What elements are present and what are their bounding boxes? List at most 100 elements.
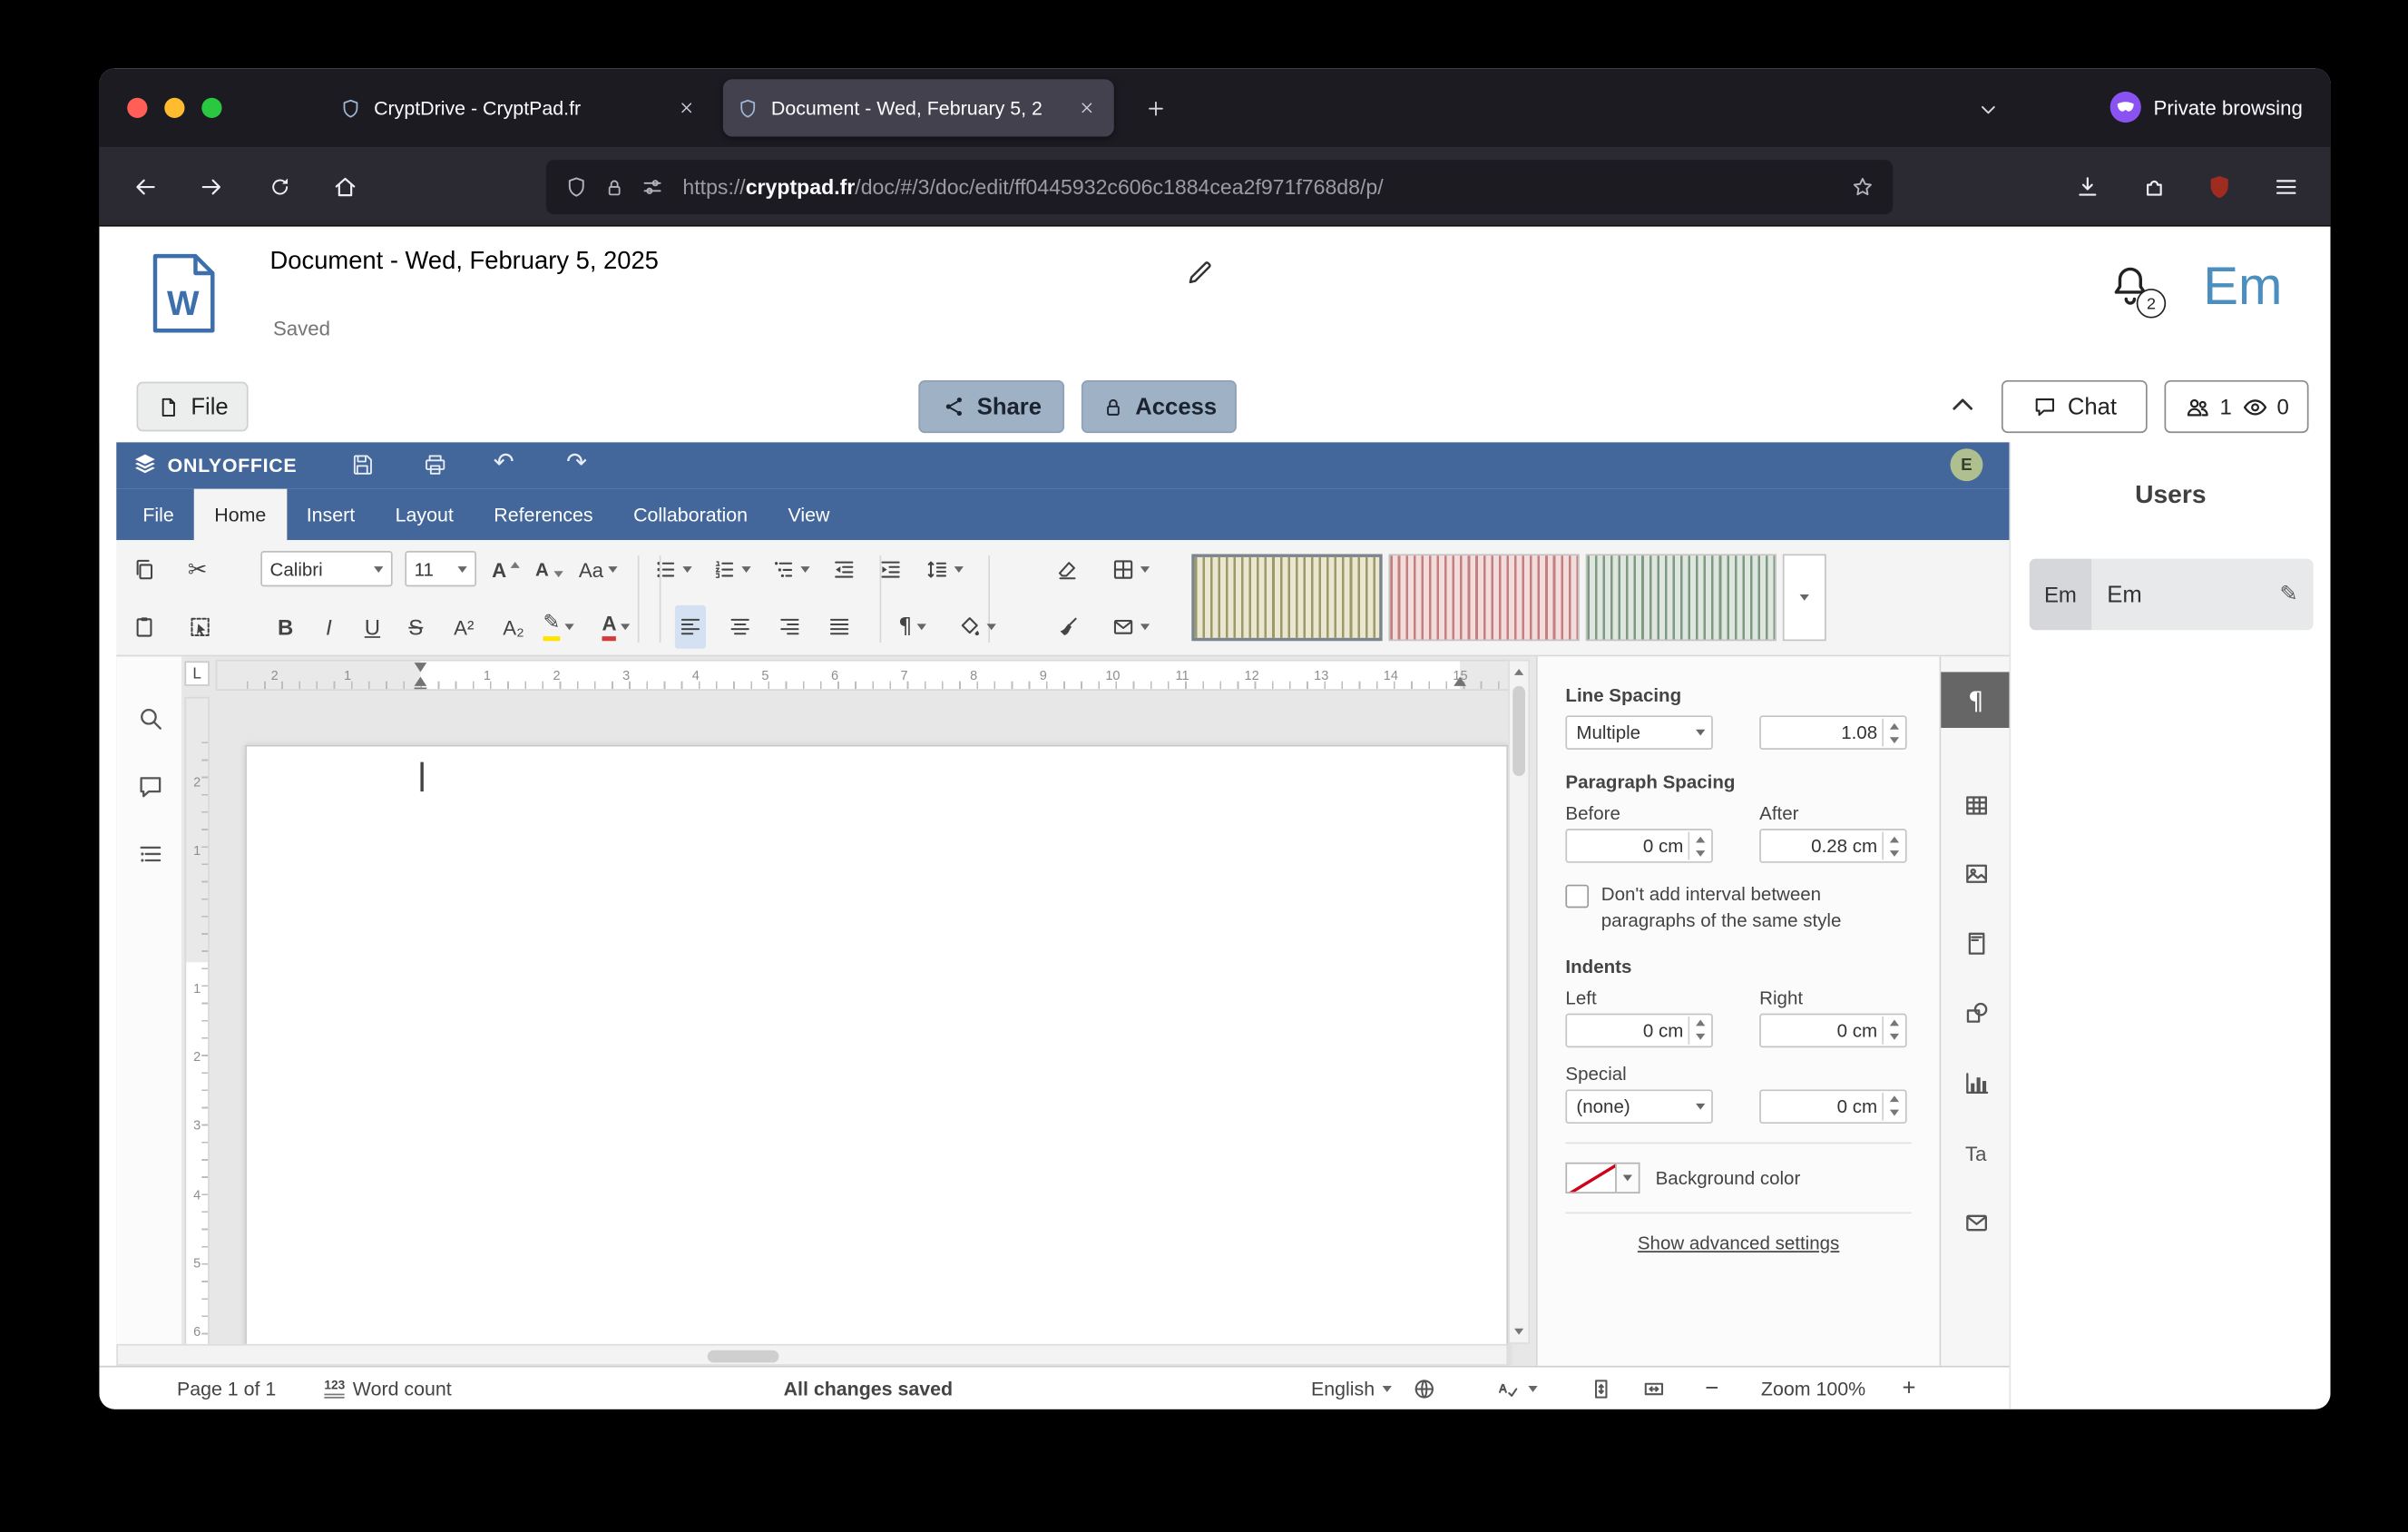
vertical-ruler[interactable]: 21123456: [184, 697, 209, 1366]
tab-cryptdrive[interactable]: CryptDrive - CryptPad.fr: [326, 79, 714, 136]
bookmark-star-icon[interactable]: [1851, 175, 1875, 199]
spacing-after-spinner[interactable]: 0.28 cm: [1759, 829, 1906, 863]
mail-merge-settings-tab[interactable]: [1941, 1195, 2011, 1252]
comments-button[interactable]: [132, 768, 169, 805]
tab-document-active[interactable]: Document - Wed, February 5, 2: [723, 79, 1114, 136]
undo-button[interactable]: ↶: [494, 447, 514, 476]
app-menu-button[interactable]: [2261, 162, 2312, 212]
document-language-globe-icon[interactable]: [1412, 1368, 1436, 1409]
list-tabs-chevron-icon[interactable]: [1967, 88, 2007, 128]
style-preview-1[interactable]: [1191, 554, 1382, 641]
no-interval-checkbox[interactable]: [1565, 885, 1589, 908]
increase-font-button[interactable]: A: [489, 548, 524, 592]
permissions-sliders-icon[interactable]: [641, 175, 664, 199]
menu-file[interactable]: File: [122, 489, 194, 540]
indent-left-spinner[interactable]: 0 cm: [1565, 1013, 1712, 1047]
tab-stop-selector[interactable]: L: [184, 661, 209, 685]
copy-style-button[interactable]: [1052, 605, 1082, 649]
font-size-select[interactable]: 11: [405, 551, 476, 586]
image-settings-tab[interactable]: [1941, 846, 2011, 902]
select-all-button[interactable]: [184, 605, 215, 649]
file-menu-button[interactable]: File: [136, 382, 248, 432]
tracking-protection-shield-icon[interactable]: [564, 175, 588, 199]
zoom-in-button[interactable]: +: [1902, 1368, 1915, 1409]
account-avatar-initials[interactable]: Em: [2203, 258, 2282, 319]
table-settings-tab[interactable]: [1941, 778, 2011, 834]
access-button[interactable]: Access: [1082, 380, 1237, 433]
edit-title-pencil-icon[interactable]: [1185, 258, 1214, 287]
edit-user-name-pencil-icon[interactable]: ✎: [2279, 582, 2297, 606]
change-case-button[interactable]: Aa: [575, 548, 620, 592]
left-indent-marker[interactable]: [415, 687, 427, 691]
multilevel-list-button[interactable]: [768, 548, 813, 592]
tab-close-icon[interactable]: [671, 93, 700, 122]
line-spacing-button[interactable]: [922, 548, 967, 592]
https-lock-icon[interactable]: [603, 176, 625, 198]
bullets-button[interactable]: [651, 548, 696, 592]
font-name-select[interactable]: Calibri: [260, 551, 392, 586]
bold-button[interactable]: B: [267, 605, 304, 649]
horizontal-scrollbar[interactable]: [116, 1344, 1508, 1366]
clear-style-button[interactable]: [1052, 548, 1082, 592]
zoom-out-button[interactable]: −: [1705, 1368, 1718, 1409]
notifications-bell-icon[interactable]: 2: [2106, 260, 2156, 310]
menu-collaboration[interactable]: Collaboration: [613, 489, 768, 540]
userlist-toggle-button[interactable]: 1 0: [2164, 380, 2308, 433]
first-line-indent-marker[interactable]: [415, 663, 427, 672]
menu-home[interactable]: Home: [194, 489, 286, 540]
chart-settings-tab[interactable]: [1941, 1056, 2011, 1112]
horizontal-scrollbar-thumb[interactable]: [708, 1350, 779, 1363]
fit-page-button[interactable]: [1589, 1368, 1613, 1409]
paragraph-settings-tab[interactable]: ¶: [1941, 672, 2011, 728]
line-spacing-mode-select[interactable]: Multiple: [1565, 715, 1712, 750]
save-button[interactable]: [349, 452, 376, 478]
hanging-indent-marker[interactable]: [415, 677, 427, 686]
align-right-button[interactable]: [774, 605, 805, 649]
extensions-button[interactable]: [2129, 162, 2179, 212]
reload-button[interactable]: [254, 162, 305, 212]
copy-button[interactable]: [129, 548, 160, 592]
menu-insert[interactable]: Insert: [287, 489, 376, 540]
subscript-button[interactable]: A₂: [490, 605, 536, 649]
numbering-button[interactable]: [709, 548, 754, 592]
fit-width-button[interactable]: [1641, 1368, 1666, 1409]
spell-checking-button[interactable]: [1495, 1368, 1537, 1409]
redo-button[interactable]: ↷: [566, 447, 587, 476]
navigation-button[interactable]: [132, 837, 169, 874]
style-preview-2[interactable]: [1388, 554, 1579, 641]
style-gallery-expand-button[interactable]: [1783, 554, 1826, 641]
share-button[interactable]: Share: [918, 380, 1064, 433]
color-scheme-button[interactable]: [1108, 548, 1153, 592]
text-art-settings-tab[interactable]: Ta: [1941, 1125, 2011, 1182]
scroll-down-arrow[interactable]: [1514, 1329, 1523, 1335]
spacing-before-spinner[interactable]: 0 cm: [1565, 829, 1712, 863]
style-preview-3[interactable]: [1586, 554, 1777, 641]
menu-references[interactable]: References: [474, 489, 613, 540]
downloads-button[interactable]: [2062, 162, 2113, 212]
print-button[interactable]: [422, 452, 448, 478]
font-color-button[interactable]: A: [599, 605, 633, 649]
macos-zoom-button[interactable]: [201, 98, 221, 118]
vertical-scrollbar-thumb[interactable]: [1512, 686, 1525, 776]
macos-minimize-button[interactable]: [164, 98, 184, 118]
background-color-swatch[interactable]: [1565, 1162, 1640, 1193]
header-footer-settings-tab[interactable]: [1941, 916, 2011, 972]
strikeout-button[interactable]: S: [397, 605, 435, 649]
mail-merge-button[interactable]: [1108, 605, 1153, 649]
back-button[interactable]: [120, 162, 171, 212]
user-list-item[interactable]: Em Em ✎: [2030, 559, 2314, 631]
vertical-scrollbar[interactable]: [1508, 660, 1530, 1344]
nonprinting-characters-button[interactable]: ¶: [896, 605, 929, 649]
forward-button[interactable]: [186, 162, 237, 212]
align-center-button[interactable]: [725, 605, 756, 649]
decrease-indent-button[interactable]: [828, 548, 859, 592]
horizontal-ruler[interactable]: 21123456789101112131415: [216, 660, 1529, 691]
line-spacing-value-spinner[interactable]: 1.08: [1759, 715, 1906, 750]
scroll-up-arrow[interactable]: [1514, 669, 1523, 675]
align-justify-button[interactable]: [824, 605, 855, 649]
collapse-toolbar-chevron-icon[interactable]: [1945, 388, 1980, 423]
home-button[interactable]: [319, 162, 370, 212]
ublock-extension-icon[interactable]: [2194, 162, 2245, 212]
find-button[interactable]: [132, 700, 169, 737]
special-mode-select[interactable]: (none): [1565, 1089, 1712, 1124]
